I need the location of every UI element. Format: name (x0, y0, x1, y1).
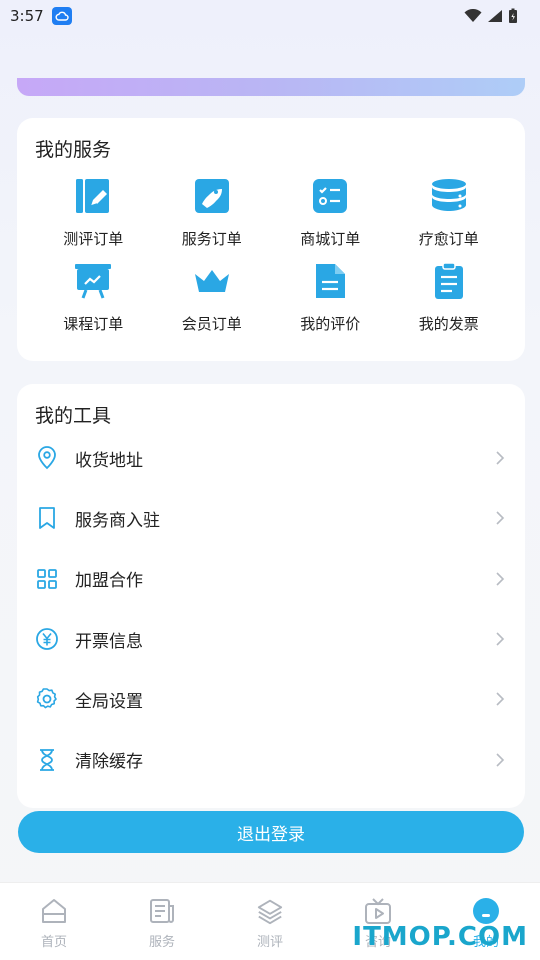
my-tools-card: 我的工具 收货地址 服务商入驻 加盟合作 开票信息 全局设置 清除缓存 (17, 384, 525, 808)
service-label: 疗愈订单 (418, 230, 479, 248)
chevron-right-icon (496, 572, 505, 586)
tool-row-clear-cache[interactable]: 清除缓存 (17, 729, 525, 789)
home-icon (40, 897, 68, 925)
hourglass-icon (35, 748, 59, 772)
service-item-my-invoices[interactable]: 我的发票 (390, 261, 509, 334)
tool-label: 服务商入驻 (75, 510, 160, 531)
service-item-my-reviews[interactable]: 我的评价 (271, 261, 390, 334)
service-item-service-orders[interactable]: 服务订单 (153, 176, 272, 249)
tool-row-provider-onboarding[interactable]: 服务商入驻 (17, 488, 525, 548)
gear-icon (35, 687, 59, 711)
location-pin-icon (35, 446, 59, 470)
tools-title: 我的工具 (35, 405, 112, 427)
services-grid: 测评订单 服务订单 商城订单 疗愈订单 课程订单 会员订单 我的评价 我的发票 (34, 176, 508, 334)
site-watermark: ITMOP.COM (352, 922, 528, 952)
invoice-icon (429, 261, 469, 301)
service-order-icon (192, 176, 232, 216)
tools-list: 收货地址 服务商入驻 加盟合作 开票信息 全局设置 清除缓存 (17, 428, 525, 790)
news-icon (148, 897, 176, 925)
cloud-icon (51, 7, 72, 25)
assessment-icon (73, 176, 113, 216)
review-icon (310, 261, 350, 301)
grid-icon (35, 567, 59, 591)
tab-services[interactable]: 服务 (108, 883, 216, 960)
service-label: 课程订单 (63, 315, 124, 333)
tab-label: 测评 (256, 935, 283, 950)
tool-row-franchise[interactable]: 加盟合作 (17, 549, 525, 609)
status-time: 3:57 (10, 7, 44, 25)
service-label: 我的评价 (300, 315, 361, 333)
chevron-right-icon (496, 511, 505, 526)
wifi-icon (464, 9, 482, 22)
services-title: 我的服务 (35, 139, 112, 161)
tool-label: 收货地址 (75, 450, 143, 471)
mall-order-icon (310, 176, 350, 216)
service-item-course-orders[interactable]: 课程订单 (34, 261, 153, 334)
service-label: 商城订单 (300, 230, 361, 248)
battery-icon (509, 8, 517, 23)
status-right (464, 8, 518, 24)
chevron-right-icon (496, 692, 505, 706)
yuan-icon (35, 627, 59, 651)
healing-order-icon (429, 176, 469, 216)
tab-label: 首页 (40, 935, 67, 950)
tool-label: 加盟合作 (75, 571, 143, 592)
my-services-card: 我的服务 测评订单 服务订单 商城订单 疗愈订单 课程订单 会员订单 我的评价 … (17, 118, 525, 361)
crown-icon (192, 261, 232, 301)
service-label: 测评订单 (63, 230, 124, 248)
tool-row-invoice-info[interactable]: 开票信息 (17, 609, 525, 669)
status-left: 3:57 (10, 7, 72, 25)
status-bar: 3:57 (0, 0, 540, 32)
tab-assessment[interactable]: 测评 (216, 883, 324, 960)
chevron-right-icon (496, 753, 505, 767)
service-item-mall-orders[interactable]: 商城订单 (271, 176, 390, 249)
tv-icon (364, 897, 392, 925)
tool-label: 清除缓存 (75, 752, 143, 773)
course-order-icon (73, 261, 113, 301)
service-label: 服务订单 (181, 230, 242, 248)
bookmark-icon (35, 506, 59, 530)
service-label: 我的发票 (418, 315, 479, 333)
tool-label: 开票信息 (75, 631, 143, 652)
tab-home[interactable]: 首页 (0, 883, 108, 960)
chevron-right-icon (496, 451, 505, 465)
tool-label: 全局设置 (75, 691, 143, 712)
tab-label: 服务 (148, 935, 175, 950)
layers-icon (256, 897, 284, 925)
logout-button[interactable]: 退出登录 (18, 811, 524, 853)
profile-icon (472, 897, 500, 925)
header-gradient-bar (17, 78, 525, 96)
signal-icon (488, 10, 502, 22)
service-item-healing-orders[interactable]: 疗愈订单 (390, 176, 509, 249)
service-item-assessment-orders[interactable]: 测评订单 (34, 176, 153, 249)
service-item-member-orders[interactable]: 会员订单 (153, 261, 272, 334)
chevron-right-icon (496, 632, 505, 646)
tool-row-global-settings[interactable]: 全局设置 (17, 669, 525, 729)
tool-row-shipping-address[interactable]: 收货地址 (17, 428, 525, 488)
service-label: 会员订单 (181, 315, 242, 333)
